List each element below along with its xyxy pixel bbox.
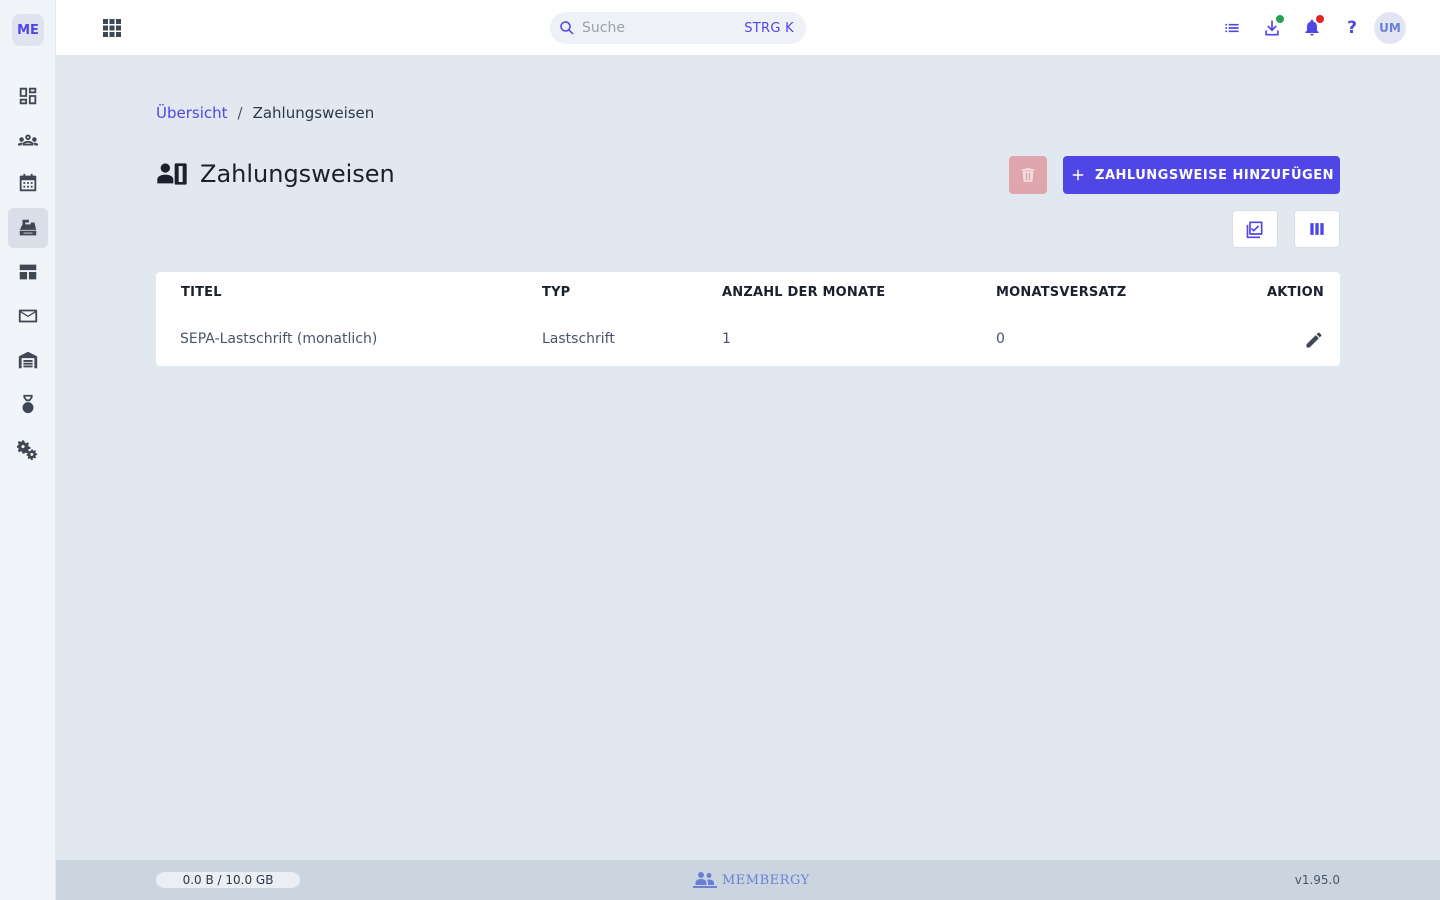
app-version: v1.95.0	[1294, 873, 1340, 887]
table-view-icon	[19, 264, 37, 280]
help-button[interactable]: ?	[1340, 16, 1364, 40]
notifications-badge-dot	[1316, 15, 1324, 23]
trash-icon	[1022, 168, 1034, 182]
payment-methods-icon	[157, 163, 187, 185]
user-avatar[interactable]: UM	[1374, 12, 1406, 44]
brand-logo: MEMBERGY	[692, 870, 810, 890]
sidebar-item-payments[interactable]	[8, 208, 48, 248]
payment-methods-table: TITEL TYP ANZAHL DER MONATE MONATSVERSAT…	[156, 272, 1340, 366]
column-header-monatsversatz[interactable]: MONATSVERSATZ	[996, 285, 1126, 300]
delete-button[interactable]	[1009, 156, 1047, 194]
plus-icon	[1072, 169, 1084, 181]
checklist-icon	[1246, 221, 1263, 239]
breadcrumb-current: Zahlungsweisen	[252, 104, 375, 122]
notifications-button[interactable]	[1300, 15, 1324, 40]
bulk-select-button[interactable]	[1232, 210, 1278, 248]
column-header-anzahl-monate[interactable]: ANZAHL DER MONATE	[722, 285, 885, 300]
page-header: Zahlungsweisen	[156, 158, 395, 190]
column-header-aktion: AKTION	[1267, 285, 1324, 300]
sidebar-item-calendar[interactable]	[8, 163, 48, 203]
topbar: STRG K ? UM	[56, 0, 1440, 56]
sidebar-item-dashboard[interactable]	[8, 76, 48, 116]
apps-grid-icon	[103, 19, 121, 37]
sidebar-item-settings[interactable]	[8, 430, 48, 470]
page-title: Zahlungsweisen	[200, 160, 395, 188]
breadcrumb-link-overview[interactable]: Übersicht	[156, 104, 228, 122]
membergy-logo-icon	[693, 872, 717, 888]
cell-titel: SEPA-Lastschrift (monatlich)	[180, 331, 378, 347]
search-input[interactable]	[582, 20, 732, 36]
pencil-icon	[1306, 332, 1322, 348]
breadcrumb: Übersicht / Zahlungsweisen	[156, 104, 374, 122]
footer: 0.0 B / 10.0 GB MEMBERGY v1.95.0	[56, 860, 1440, 900]
columns-icon	[1310, 223, 1324, 235]
cell-anzahl-monate: 1	[722, 331, 731, 347]
column-header-titel[interactable]: TITEL	[181, 285, 222, 300]
search-shortcut-hint: STRG K	[744, 20, 794, 36]
sidebar-item-warehouse[interactable]	[8, 340, 48, 380]
sidebar: ME	[0, 0, 56, 900]
warehouse-icon	[18, 351, 38, 369]
add-payment-method-label: ZAHLUNGSWEISE HINZUFÜGEN	[1095, 167, 1334, 183]
cash-register-icon	[19, 219, 37, 236]
dashboard-icon	[19, 87, 37, 105]
apps-grid-button[interactable]	[100, 16, 124, 40]
tasks-button[interactable]	[1220, 16, 1244, 40]
logo-badge[interactable]: ME	[12, 14, 44, 46]
mail-icon	[18, 309, 38, 323]
brand-name: MEMBERGY	[722, 872, 810, 888]
sidebar-item-awards[interactable]	[8, 384, 48, 424]
breadcrumb-separator: /	[237, 104, 243, 122]
downloads-button[interactable]	[1260, 15, 1284, 40]
sidebar-item-tables[interactable]	[8, 252, 48, 292]
search-bar[interactable]: STRG K	[550, 12, 806, 44]
column-header-typ[interactable]: TYP	[542, 285, 570, 300]
settings-icon	[17, 439, 38, 461]
sidebar-item-mail[interactable]	[8, 296, 48, 336]
award-icon	[22, 394, 34, 414]
calendar-icon	[19, 173, 37, 192]
column-settings-button[interactable]	[1294, 210, 1340, 248]
edit-row-button[interactable]	[1304, 330, 1326, 352]
storage-usage: 0.0 B / 10.0 GB	[156, 872, 300, 888]
cell-typ: Lastschrift	[542, 331, 615, 347]
sidebar-item-members[interactable]	[8, 120, 48, 160]
help-icon: ?	[1347, 18, 1357, 38]
cell-monatsversatz: 0	[996, 331, 1005, 347]
downloads-status-dot	[1276, 15, 1284, 23]
members-icon	[17, 134, 39, 146]
search-icon	[560, 21, 574, 35]
tasks-icon	[1225, 23, 1239, 33]
add-payment-method-button[interactable]: ZAHLUNGSWEISE HINZUFÜGEN	[1063, 156, 1340, 194]
